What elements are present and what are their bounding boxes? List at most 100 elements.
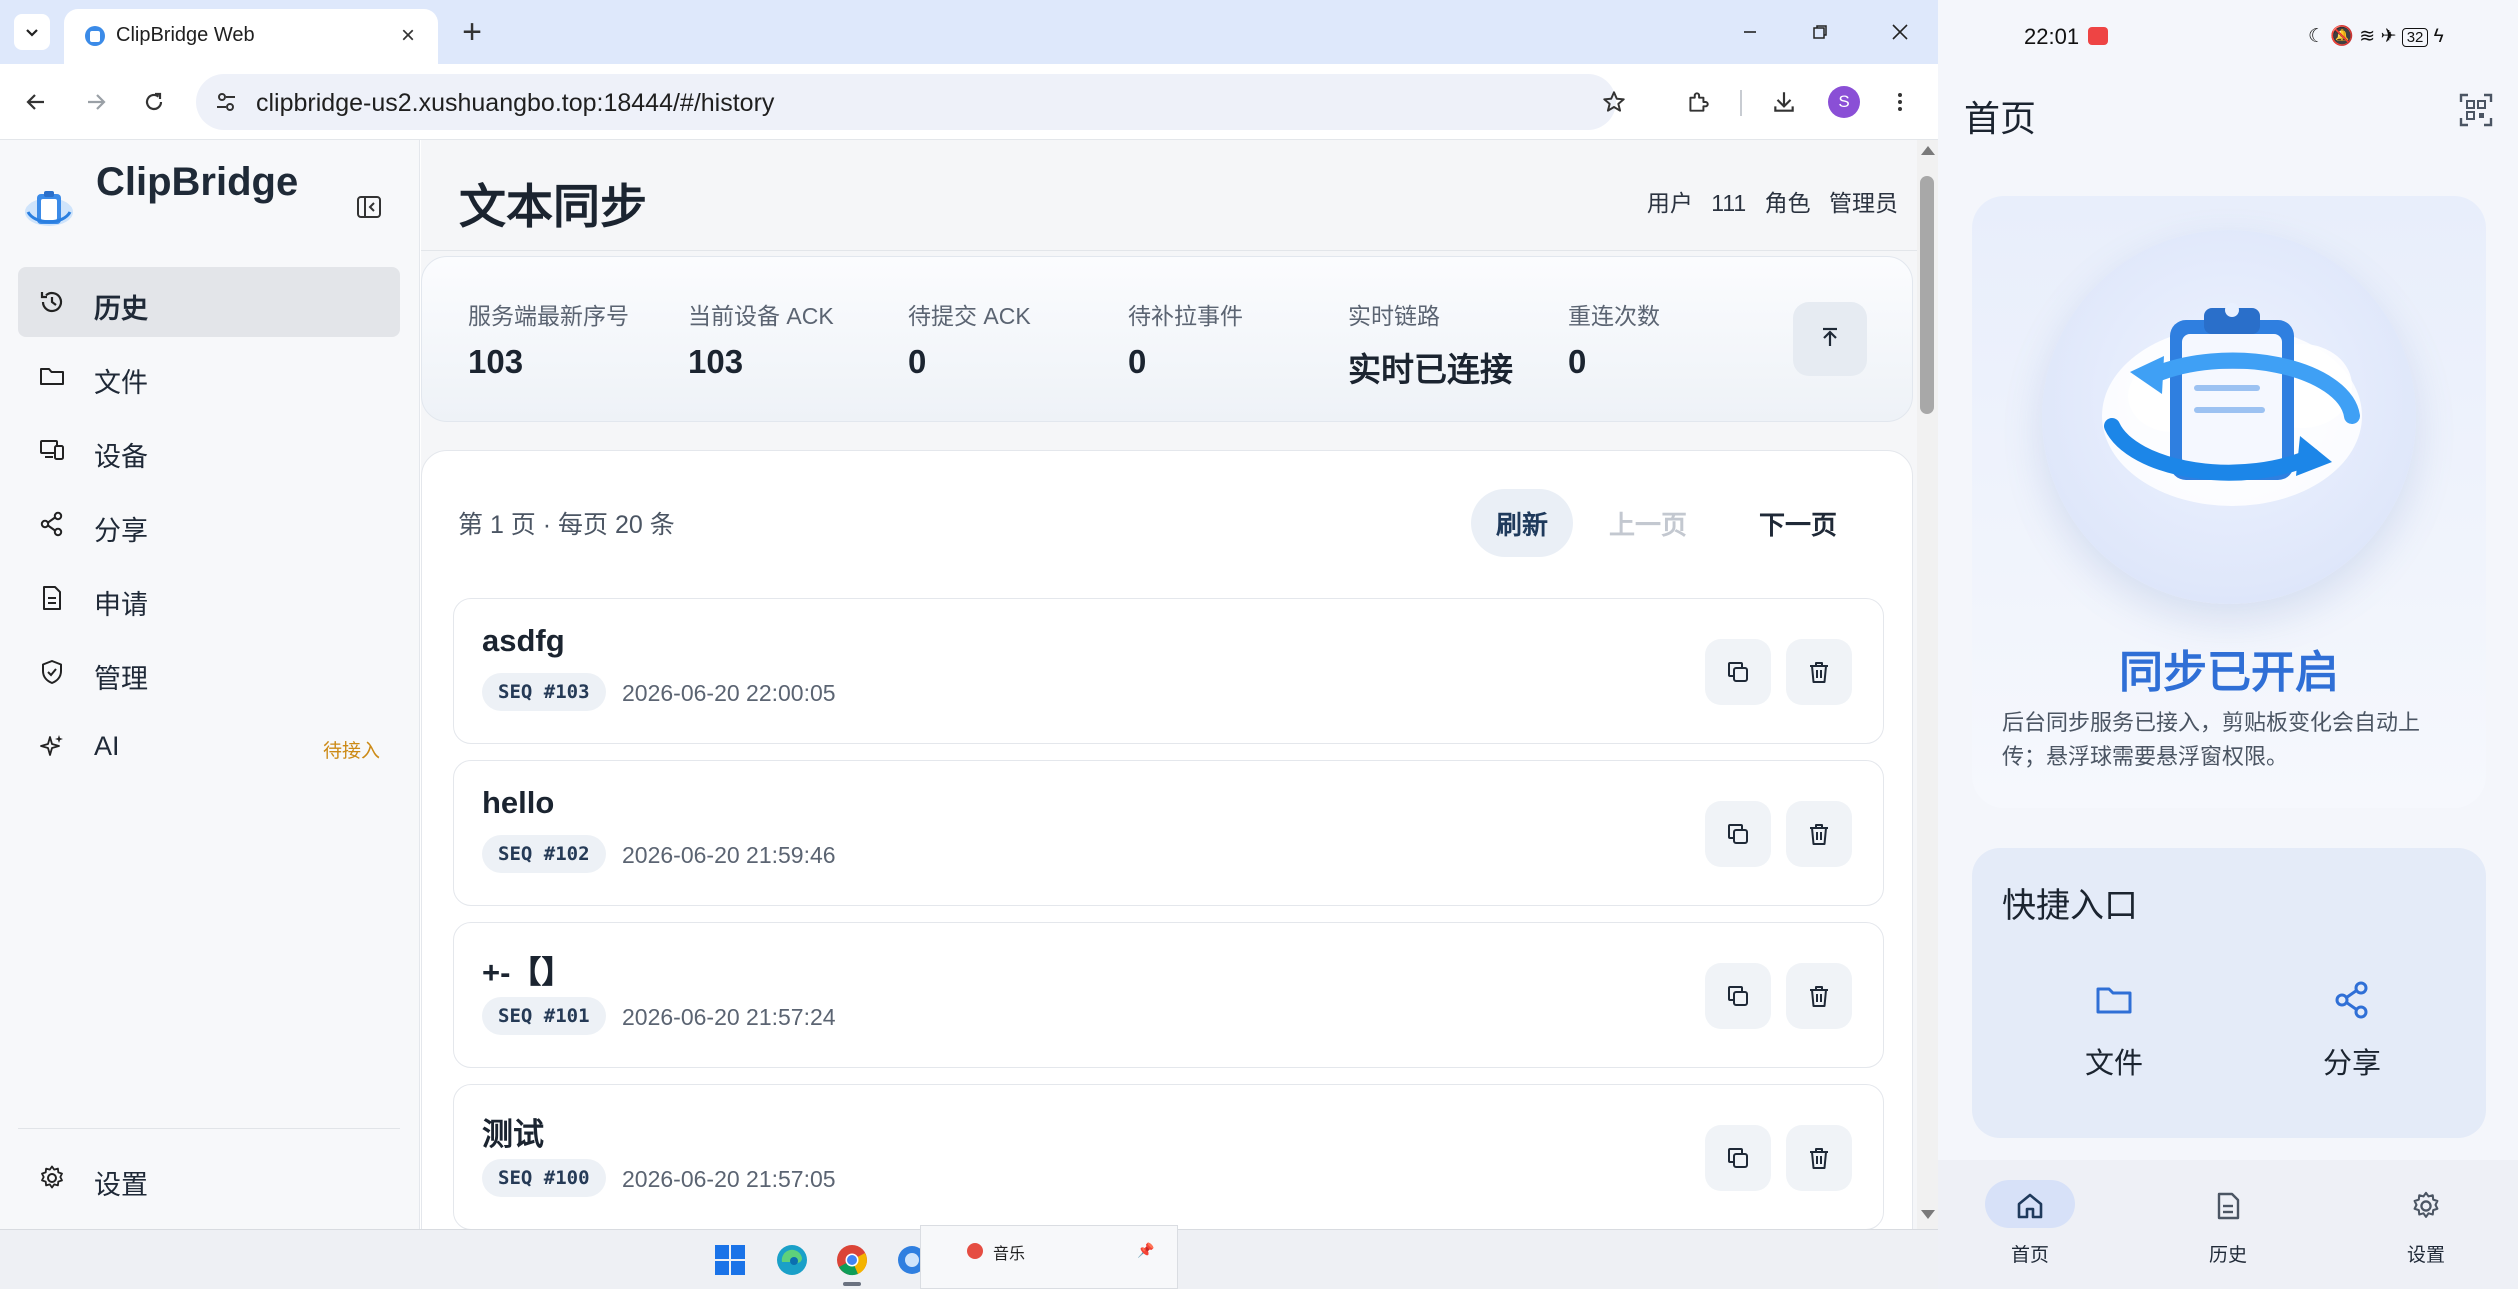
copy-button[interactable] [1705,1125,1771,1191]
trash-icon [1810,1148,1828,1169]
bottom-nav-settings[interactable]: 设置 [2366,1180,2486,1280]
sidebar-item-admin[interactable]: 管理 [18,637,400,707]
stat-realtime-link: 实时链路 实时已连接 [1348,297,1513,391]
item-text: 测试 [482,1117,544,1152]
windows-start-icon[interactable] [712,1242,748,1278]
jump-list-item[interactable]: 音乐 [993,1240,1025,1264]
item-timestamp: 2026-06-20 22:00:05 [622,680,836,706]
quick-access-title: 快捷入口 [2002,887,2138,925]
minimize-button[interactable] [1730,14,1770,50]
clipboard-sync-illustration [2102,303,2362,506]
brand-name: ClipBridge [96,160,299,204]
bottom-nav-history[interactable]: 历史 [2168,1180,2288,1280]
sidebar-item-ai[interactable]: AI 待接入 [18,711,400,781]
item-timestamp: 2026-06-20 21:59:46 [622,842,836,868]
back-button[interactable] [18,84,54,120]
extensions-button[interactable] [1680,84,1716,120]
downloads-button[interactable] [1766,84,1802,120]
home-icon [2017,1193,2043,1219]
browser-tab[interactable]: ClipBridge Web × [64,9,438,64]
sidebar-item-label: 申请 [94,590,148,620]
history-icon [40,291,63,313]
delete-button[interactable] [1786,639,1852,705]
moon-icon: ☾ [2308,26,2326,47]
item-text: +-【】 [482,955,573,990]
history-list-card: 第 1 页 · 每页 20 条 刷新 上一页 下一页 asdfg SEQ #10… [421,450,1913,1229]
browser-menu-button[interactable] [1882,84,1918,120]
system-status-icons: ☾ 🔕 ≋ ✈ 32 ϟ [2308,24,2444,48]
profile-avatar[interactable]: S [1828,86,1860,118]
page-title: 文本同步 [459,180,647,233]
screen-record-icon [2088,27,2108,45]
sidebar-item-settings[interactable]: 设置 [18,1143,400,1213]
browser-toolbar: clipbridge-us2.xushuangbo.top:18444/#/hi… [0,64,1938,140]
phone-bottom-nav: 首页 历史 设置 [1938,1160,2518,1289]
main-scrollbar[interactable] [1917,140,1938,1229]
qr-scan-icon[interactable] [2458,92,2494,128]
stat-value: 0 [1568,343,1587,380]
sidebar-divider [18,1128,400,1129]
collapse-sidebar-button[interactable] [352,190,386,224]
delete-button[interactable] [1786,801,1852,867]
prev-page-button[interactable]: 上一页 [1585,489,1711,557]
role-label: 角色 [1764,190,1811,216]
gear-icon [2413,1191,2439,1218]
tune-icon [217,93,235,111]
delete-button[interactable] [1786,963,1852,1029]
sidebar-item-history[interactable]: 历史 [18,267,400,337]
status-time: 22:01 [2024,24,2080,49]
upload-button[interactable] [1793,302,1867,376]
stat-reconnects: 重连次数 0 [1568,297,1660,381]
phone-screen: 22:01 ☾ 🔕 ≋ ✈ 32 ϟ 首页 同步已开启 后台同步服务已接入，剪贴… [1938,0,2518,1289]
sidebar-item-devices[interactable]: 设备 [18,415,400,485]
battery-icon: 32 [2401,28,2429,47]
devices-icon [40,440,64,460]
quick-item-share[interactable]: 分享 [2292,978,2412,1098]
tab-search-button[interactable] [14,14,50,50]
new-tab-button[interactable]: + [454,14,490,50]
sync-status-description: 后台同步服务已接入，剪贴板变化会自动上传；悬浮球需要悬浮窗权限。 [2002,710,2421,769]
refresh-button[interactable]: 刷新 [1471,489,1573,557]
seq-badge: SEQ #101 [482,997,606,1035]
puzzle-icon [1689,92,1709,112]
copy-button[interactable] [1705,801,1771,867]
bookmark-button[interactable] [1596,84,1632,120]
arrow-left-icon [26,94,44,110]
restore-icon [1813,25,1827,39]
close-tab-icon[interactable]: × [394,22,422,50]
close-window-button[interactable] [1880,14,1920,50]
arrow-right-icon [88,94,106,110]
stat-device-ack: 当前设备 ACK 103 [688,297,834,381]
bottom-nav-label: 设置 [2406,1245,2445,1266]
sidebar-item-share[interactable]: 分享 [18,489,400,559]
next-page-button[interactable]: 下一页 [1722,489,1874,557]
quick-item-label: 文件 [2084,1048,2143,1080]
shield-icon [42,660,62,684]
item-text: asdfg [482,623,565,658]
scroll-thumb[interactable] [1920,176,1934,414]
pin-icon[interactable]: 📌 [1137,1242,1154,1259]
address-bar[interactable]: clipbridge-us2.xushuangbo.top:18444/#/hi… [196,74,1625,130]
site-info-button[interactable] [208,84,244,120]
bottom-nav-label: 历史 [2208,1245,2247,1266]
folder-icon [2096,987,2132,1014]
sync-stats-card: 服务端最新序号 103 当前设备 ACK 103 待提交 ACK 0 待补拉事件… [421,256,1913,422]
quick-item-files[interactable]: 文件 [2054,978,2174,1098]
forward-button[interactable] [78,84,114,120]
scroll-up-arrow[interactable] [1921,146,1935,155]
bottom-nav-home[interactable]: 首页 [1970,1180,2090,1280]
copy-button[interactable] [1705,639,1771,705]
sidebar-item-files[interactable]: 文件 [18,341,400,411]
chrome-icon[interactable] [834,1242,870,1278]
status-badge: 待接入 [322,741,380,762]
delete-button[interactable] [1786,1125,1852,1191]
stat-value: 实时已连接 [1348,351,1513,388]
restore-button[interactable] [1800,14,1840,50]
stat-label: 待提交 ACK [908,303,1031,329]
reload-button[interactable] [136,84,172,120]
url-text[interactable]: clipbridge-us2.xushuangbo.top:18444/#/hi… [256,89,774,118]
copy-button[interactable] [1705,963,1771,1029]
sidebar-item-requests[interactable]: 申请 [18,563,400,633]
scroll-down-arrow[interactable] [1921,1210,1935,1219]
edge-icon[interactable] [774,1242,810,1278]
